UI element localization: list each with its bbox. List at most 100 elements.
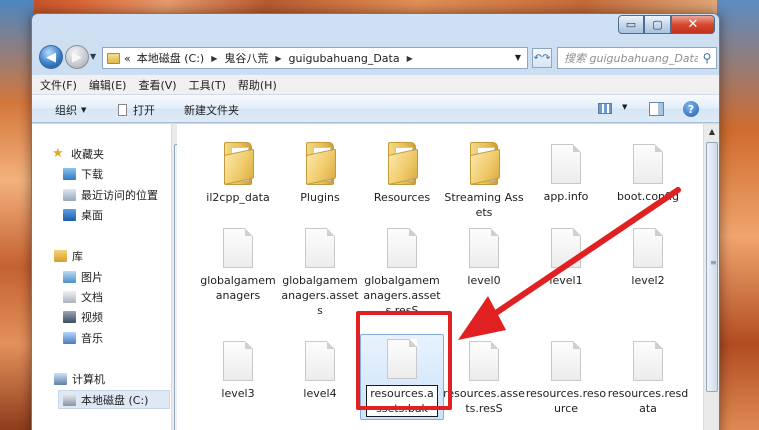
file-name: Streaming Assets <box>444 191 524 219</box>
file-item[interactable]: level2 <box>605 228 691 288</box>
open-button[interactable]: 打开 <box>118 102 155 118</box>
help-icon[interactable]: ? <box>683 101 699 117</box>
file-item[interactable]: level4 <box>277 341 363 401</box>
open-label: 打开 <box>133 104 155 117</box>
window-controls: ▭ ▢ ✕ <box>618 15 715 34</box>
drive-icon <box>63 393 76 406</box>
file-item[interactable]: resources.assets.resS <box>441 341 527 416</box>
forward-button[interactable]: ▶ <box>65 45 89 69</box>
file-item[interactable]: globalgamemanagers.assets.resS <box>359 228 445 318</box>
menu-help[interactable]: 帮助(H) <box>238 77 277 93</box>
preview-pane-icon[interactable] <box>649 102 664 116</box>
file-item[interactable]: boot.config <box>605 144 691 204</box>
nav-label: 最近访问的位置 <box>81 188 158 202</box>
document-icon <box>387 339 417 379</box>
arrow-left-icon: ◀ <box>46 49 56 65</box>
nav-local-disk[interactable]: 本地磁盘 (C:) <box>58 390 170 409</box>
file-name: level3 <box>221 387 255 400</box>
file-name: il2cpp_data <box>206 191 270 204</box>
file-name: app.info <box>543 190 589 203</box>
download-folder-icon <box>63 167 76 180</box>
address-dropdown-icon[interactable]: ▼ <box>515 53 521 62</box>
menu-tools[interactable]: 工具(T) <box>189 77 226 93</box>
document-icon <box>551 144 581 184</box>
view-dropdown-icon[interactable]: ▼ <box>622 103 627 111</box>
search-icon[interactable]: ⚲ <box>698 51 716 65</box>
pictures-icon <box>63 270 76 283</box>
file-item[interactable]: Resources <box>359 142 445 205</box>
recent-pages-dropdown[interactable]: ▼ <box>90 52 96 61</box>
maximize-button[interactable]: ▢ <box>644 15 671 34</box>
breadcrumb-item[interactable]: 本地磁盘 (C:) <box>137 50 204 66</box>
breadcrumb-item[interactable]: 鬼谷八荒 <box>224 50 268 66</box>
rename-input[interactable]: resources.assets.bak <box>366 385 438 417</box>
breadcrumb-item[interactable]: guigubahuang_Data <box>289 52 400 65</box>
nav-label: 图片 <box>81 270 103 284</box>
chevron-right-icon[interactable]: ▶ <box>275 54 281 63</box>
close-button[interactable]: ✕ <box>671 15 715 34</box>
file-list-scrollbar[interactable]: ▲ ≡ <box>703 124 719 430</box>
star-icon: ★ <box>52 145 64 161</box>
file-name: Resources <box>373 191 431 204</box>
organize-button[interactable]: 组织 ▼ <box>55 102 86 118</box>
document-icon <box>469 228 499 268</box>
folder-icon <box>388 142 416 185</box>
address-bar[interactable]: « 本地磁盘 (C:) ▶ 鬼谷八荒 ▶ guigubahuang_Data ▶… <box>102 47 528 69</box>
file-list-pane: il2cpp_data Plugins Resources Streaming … <box>177 124 703 430</box>
file-item[interactable]: level1 <box>523 228 609 288</box>
scrollbar-thumb[interactable]: ≡ <box>706 142 718 392</box>
file-item[interactable]: resources.resource <box>523 341 609 416</box>
document-icon <box>633 341 663 381</box>
file-item-selected[interactable]: resources.assets.bak <box>360 334 444 420</box>
document-icon <box>633 144 663 184</box>
desktop-icon <box>63 208 76 221</box>
file-item[interactable]: level3 <box>195 341 281 401</box>
document-icon <box>551 228 581 268</box>
menu-bar: 文件(F) 编辑(E) 查看(V) 工具(T) 帮助(H) <box>32 75 719 95</box>
chevron-right-icon[interactable]: ▶ <box>407 54 413 63</box>
minimize-button[interactable]: ▭ <box>618 15 644 34</box>
document-icon <box>223 341 253 381</box>
file-item[interactable]: Streaming Assets <box>441 142 527 220</box>
search-box[interactable]: 搜索 guigubahuang_Data ⚲ <box>557 47 717 69</box>
nav-label: 视频 <box>81 310 103 324</box>
refresh-button[interactable]: ↶↷ <box>532 48 552 68</box>
file-item[interactable]: Plugins <box>277 142 363 205</box>
search-input[interactable]: 搜索 guigubahuang_Data <box>564 50 698 66</box>
document-icon <box>633 228 663 268</box>
nav-label: 收藏夹 <box>71 147 104 161</box>
file-item[interactable]: level0 <box>441 228 527 288</box>
nav-label: 桌面 <box>81 208 103 222</box>
file-name: resources.resource <box>525 387 607 415</box>
file-item[interactable]: globalgamemanagers <box>195 228 281 303</box>
folder-icon <box>306 142 334 185</box>
file-item[interactable]: globalgamemanagers.assets <box>277 228 363 318</box>
document-icon <box>387 228 417 268</box>
nav-label: 文档 <box>81 290 103 304</box>
computer-icon <box>54 372 67 385</box>
chevron-right-icon[interactable]: ▶ <box>211 54 217 63</box>
music-icon <box>63 331 76 344</box>
file-name: level0 <box>467 274 501 287</box>
document-icon <box>469 341 499 381</box>
breadcrumb-overflow[interactable]: « <box>124 52 131 65</box>
scroll-up-icon[interactable]: ▲ <box>704 127 719 136</box>
desktop-background-left <box>0 0 34 430</box>
menu-view[interactable]: 查看(V) <box>138 77 176 93</box>
back-button[interactable]: ◀ <box>39 45 63 69</box>
file-item[interactable]: il2cpp_data <box>195 142 281 205</box>
new-folder-button[interactable]: 新建文件夹 <box>184 102 239 118</box>
desktop-background-right <box>717 0 759 430</box>
file-item[interactable]: app.info <box>523 144 609 204</box>
file-name: globalgamemanagers <box>200 274 276 302</box>
file-name: boot.config <box>617 190 679 203</box>
file-name: level2 <box>631 274 665 287</box>
folder-icon <box>107 52 120 64</box>
chevron-down-icon: ▼ <box>81 106 87 114</box>
file-name: globalgamemanagers.assets.resS <box>363 274 441 317</box>
change-view-icon[interactable] <box>598 103 612 114</box>
menu-edit[interactable]: 编辑(E) <box>89 77 127 93</box>
file-item[interactable]: resources.resdata <box>605 341 691 416</box>
documents-icon <box>63 290 76 303</box>
menu-file[interactable]: 文件(F) <box>40 77 77 93</box>
